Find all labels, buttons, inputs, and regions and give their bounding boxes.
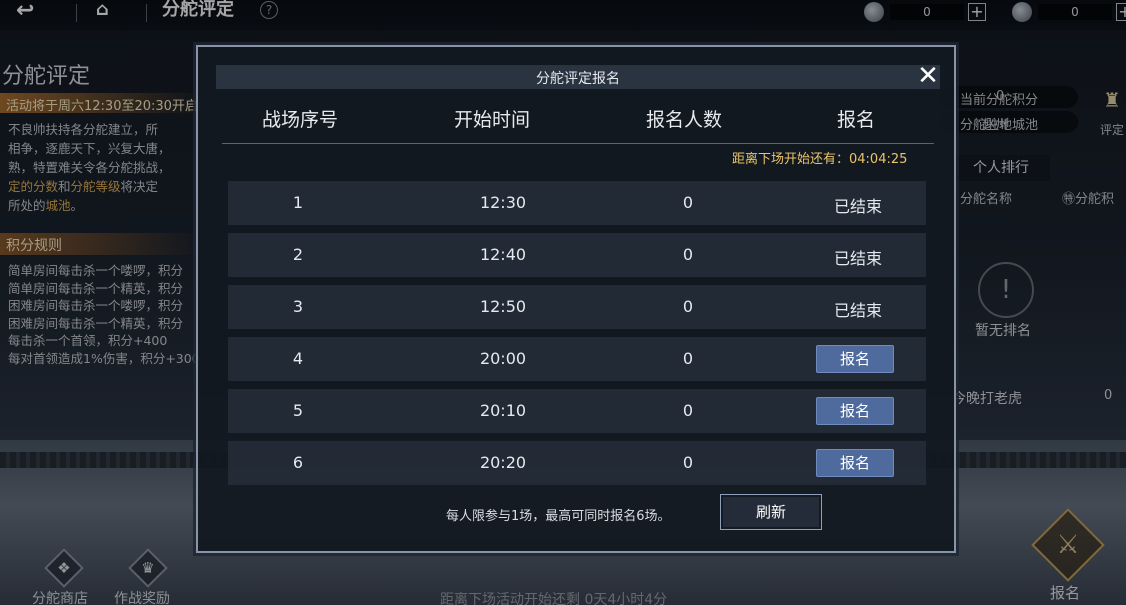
table-row: 2 12:40 0 已结束 [228, 233, 926, 277]
table-row: 1 12:30 0 已结束 [228, 181, 926, 225]
start-time: 20:10 [479, 401, 527, 420]
signup-count: 0 [682, 297, 694, 316]
signup-count: 0 [682, 401, 694, 420]
header-signup: 报名 [836, 109, 875, 131]
battle-number: 3 [292, 297, 304, 316]
signup-button[interactable]: 报名 [816, 345, 894, 373]
table-row: 6 20:20 0 报名 [228, 441, 926, 485]
signup-count: 0 [682, 193, 694, 212]
table-row: 3 12:50 0 已结束 [228, 285, 926, 329]
close-icon[interactable]: ✕ [914, 63, 942, 91]
start-time: 20:20 [479, 453, 527, 472]
battle-number: 2 [292, 245, 304, 264]
battle-number: 6 [292, 453, 304, 472]
signup-count: 0 [682, 349, 694, 368]
header-start-time: 开始时间 [453, 109, 530, 131]
start-time: 12:30 [479, 193, 527, 212]
status-ended: 已结束 [833, 197, 882, 216]
battle-number: 5 [292, 401, 304, 420]
status-ended: 已结束 [833, 249, 882, 268]
header-battle-number: 战场序号 [261, 109, 338, 131]
table-row: 5 20:10 0 报名 [228, 389, 926, 433]
header-signup-count: 报名人数 [645, 109, 722, 131]
start-time: 20:00 [479, 349, 527, 368]
signup-dialog: 分舵评定报名 ✕ 战场序号 开始时间 报名人数 报名 距离下场开始还有：04:0… [196, 45, 956, 553]
signup-button[interactable]: 报名 [816, 449, 894, 477]
header-divider [222, 143, 934, 144]
signup-button[interactable]: 报名 [816, 397, 894, 425]
dialog-title: 分舵评定报名 [536, 71, 620, 87]
next-round-countdown: 距离下场开始还有：04:04:25 [732, 152, 908, 167]
refresh-button[interactable]: 刷新 [720, 494, 822, 530]
signup-limit-note: 每人限参与1场，最高可同时报名6场。 [446, 509, 671, 524]
battle-number: 4 [292, 349, 304, 368]
battle-number: 1 [292, 193, 304, 212]
dialog-header: 分舵评定报名 [216, 65, 940, 89]
table-row: 4 20:00 0 报名 [228, 337, 926, 381]
status-ended: 已结束 [833, 301, 882, 320]
signup-count: 0 [682, 453, 694, 472]
start-time: 12:50 [479, 297, 527, 316]
start-time: 12:40 [479, 245, 527, 264]
signup-count: 0 [682, 245, 694, 264]
